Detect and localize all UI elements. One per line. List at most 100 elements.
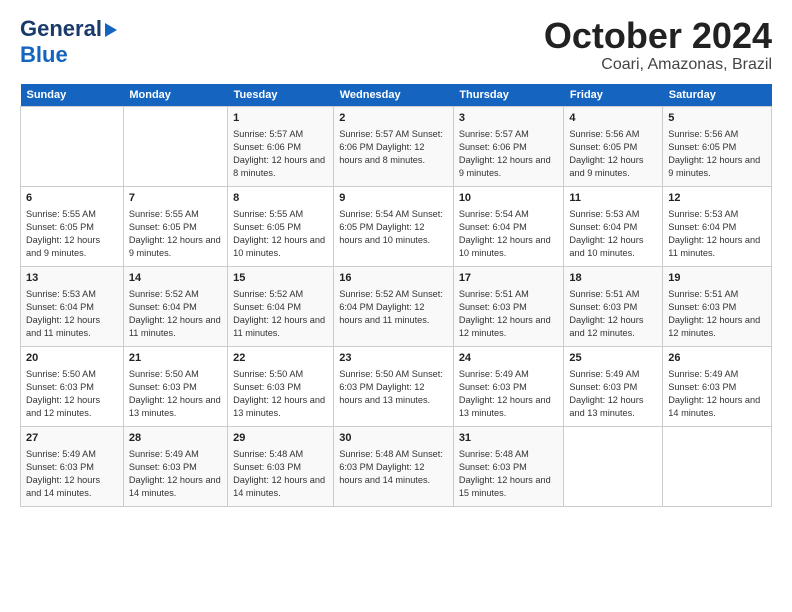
day-number: 3 — [459, 111, 559, 126]
table-row — [123, 106, 227, 186]
table-row: 12Sunrise: 5:53 AM Sunset: 6:04 PM Dayli… — [663, 186, 772, 266]
day-number: 26 — [668, 351, 766, 366]
header-saturday: Saturday — [663, 84, 772, 107]
logo-arrow-icon — [105, 23, 117, 37]
table-row: 30Sunrise: 5:48 AM Sunset: 6:03 PM Dayli… — [334, 426, 454, 506]
cell-content: Sunrise: 5:56 AM Sunset: 6:05 PM Dayligh… — [569, 128, 657, 180]
day-number: 4 — [569, 111, 657, 126]
header-thursday: Thursday — [453, 84, 564, 107]
table-row: 20Sunrise: 5:50 AM Sunset: 6:03 PM Dayli… — [21, 346, 124, 426]
calendar-header-row: Sunday Monday Tuesday Wednesday Thursday… — [21, 84, 772, 107]
calendar-table: Sunday Monday Tuesday Wednesday Thursday… — [20, 84, 772, 507]
day-number: 11 — [569, 191, 657, 206]
cell-content: Sunrise: 5:49 AM Sunset: 6:03 PM Dayligh… — [459, 368, 559, 420]
logo-text: General — [20, 16, 117, 42]
table-row: 10Sunrise: 5:54 AM Sunset: 6:04 PM Dayli… — [453, 186, 564, 266]
table-row: 28 Sunrise: 5:49 AM Sunset: 6:03 PM Dayli… — [123, 426, 227, 506]
table-row — [21, 106, 124, 186]
cell-content: Sunrise: 5:49 AM Sunset: 6:03 PM Dayligh… — [26, 448, 118, 500]
table-row: 7Sunrise: 5:55 AM Sunset: 6:05 PM Daylig… — [123, 186, 227, 266]
table-row: 26 Sunrise: 5:49 AM Sunset: 6:03 PM Dayli… — [663, 346, 772, 426]
table-row: 1 Sunrise: 5:57 AM Sunset: 6:06 PM Daylig… — [228, 106, 334, 186]
cell-content: Sunrise: 5:50 AM Sunset: 6:03 PM Dayligh… — [339, 368, 448, 407]
cell-content: Sunrise: 5:49 AM Sunset: 6:03 PM Dayligh… — [569, 368, 657, 420]
day-number: 8 — [233, 191, 328, 206]
cell-content: Sunrise: 5:51 AM Sunset: 6:03 PM Dayligh… — [569, 288, 657, 340]
day-number: 21 — [129, 351, 222, 366]
day-number: 22 — [233, 351, 328, 366]
day-number: 2 — [339, 111, 448, 126]
header-sunday: Sunday — [21, 84, 124, 107]
day-number: 31 — [459, 431, 559, 446]
day-number: 18 — [569, 271, 657, 286]
header-monday: Monday — [123, 84, 227, 107]
day-number: 17 — [459, 271, 559, 286]
cell-content: Sunrise: 5:52 AM Sunset: 6:04 PM Dayligh… — [233, 288, 328, 340]
table-row: 8 Sunrise: 5:55 AM Sunset: 6:05 PM Daylig… — [228, 186, 334, 266]
table-row: 2Sunrise: 5:57 AM Sunset: 6:06 PM Daylig… — [334, 106, 454, 186]
day-number: 23 — [339, 351, 448, 366]
day-number: 14 — [129, 271, 222, 286]
title-block: October 2024 Coari, Amazonas, Brazil — [544, 16, 772, 74]
cell-content: Sunrise: 5:49 AM Sunset: 6:03 PM Dayligh… — [129, 448, 222, 500]
day-number: 10 — [459, 191, 559, 206]
cell-content: Sunrise: 5:53 AM Sunset: 6:04 PM Dayligh… — [668, 208, 766, 260]
day-number: 28 — [129, 431, 222, 446]
table-row: 11 Sunrise: 5:53 AM Sunset: 6:04 PM Dayli… — [564, 186, 663, 266]
header: General Blue October 2024 Coari, Amazona… — [20, 16, 772, 74]
day-number: 16 — [339, 271, 448, 286]
cell-content: Sunrise: 5:48 AM Sunset: 6:03 PM Dayligh… — [233, 448, 328, 500]
cell-content: Sunrise: 5:51 AM Sunset: 6:03 PM Dayligh… — [459, 288, 559, 340]
calendar-subtitle: Coari, Amazonas, Brazil — [544, 56, 772, 74]
day-number: 15 — [233, 271, 328, 286]
day-number: 1 — [233, 111, 328, 126]
cell-content: Sunrise: 5:54 AM Sunset: 6:05 PM Dayligh… — [339, 208, 448, 247]
cell-content: Sunrise: 5:56 AM Sunset: 6:05 PM Dayligh… — [668, 128, 766, 180]
day-number: 24 — [459, 351, 559, 366]
table-row: 27 Sunrise: 5:49 AM Sunset: 6:03 PM Dayli… — [21, 426, 124, 506]
day-number: 19 — [668, 271, 766, 286]
cell-content: Sunrise: 5:57 AM Sunset: 6:06 PM Dayligh… — [459, 128, 559, 180]
table-row: 5Sunrise: 5:56 AM Sunset: 6:05 PM Daylig… — [663, 106, 772, 186]
day-number: 6 — [26, 191, 118, 206]
table-row: 25 Sunrise: 5:49 AM Sunset: 6:03 PM Dayli… — [564, 346, 663, 426]
table-row: 13 Sunrise: 5:53 AM Sunset: 6:04 PM Dayli… — [21, 266, 124, 346]
calendar-week-row: 1 Sunrise: 5:57 AM Sunset: 6:06 PM Daylig… — [21, 106, 772, 186]
page: General Blue October 2024 Coari, Amazona… — [0, 0, 792, 612]
day-number: 29 — [233, 431, 328, 446]
table-row — [564, 426, 663, 506]
calendar-title: October 2024 — [544, 16, 772, 56]
table-row: 18 Sunrise: 5:51 AM Sunset: 6:03 PM Dayli… — [564, 266, 663, 346]
header-wednesday: Wednesday — [334, 84, 454, 107]
table-row: 19 Sunrise: 5:51 AM Sunset: 6:03 PM Dayli… — [663, 266, 772, 346]
day-number: 7 — [129, 191, 222, 206]
cell-content: Sunrise: 5:52 AM Sunset: 6:04 PM Dayligh… — [129, 288, 222, 340]
cell-content: Sunrise: 5:48 AM Sunset: 6:03 PM Dayligh… — [459, 448, 559, 500]
day-number: 25 — [569, 351, 657, 366]
cell-content: Sunrise: 5:55 AM Sunset: 6:05 PM Dayligh… — [26, 208, 118, 260]
cell-content: Sunrise: 5:51 AM Sunset: 6:03 PM Dayligh… — [668, 288, 766, 340]
table-row: 29 Sunrise: 5:48 AM Sunset: 6:03 PM Dayli… — [228, 426, 334, 506]
table-row: 31 Sunrise: 5:48 AM Sunset: 6:03 PM Dayli… — [453, 426, 564, 506]
calendar-week-row: 27 Sunrise: 5:49 AM Sunset: 6:03 PM Dayli… — [21, 426, 772, 506]
cell-content: Sunrise: 5:49 AM Sunset: 6:03 PM Dayligh… — [668, 368, 766, 420]
logo: General Blue — [20, 16, 117, 68]
day-number: 13 — [26, 271, 118, 286]
header-friday: Friday — [564, 84, 663, 107]
header-tuesday: Tuesday — [228, 84, 334, 107]
table-row: 16Sunrise: 5:52 AM Sunset: 6:04 PM Dayli… — [334, 266, 454, 346]
cell-content: Sunrise: 5:53 AM Sunset: 6:04 PM Dayligh… — [26, 288, 118, 340]
table-row: 9 Sunrise: 5:54 AM Sunset: 6:05 PM Daylig… — [334, 186, 454, 266]
logo-blue-text: Blue — [20, 42, 68, 67]
cell-content: Sunrise: 5:48 AM Sunset: 6:03 PM Dayligh… — [339, 448, 448, 487]
cell-content: Sunrise: 5:50 AM Sunset: 6:03 PM Dayligh… — [129, 368, 222, 420]
calendar-week-row: 6 Sunrise: 5:55 AM Sunset: 6:05 PM Daylig… — [21, 186, 772, 266]
day-number: 9 — [339, 191, 448, 206]
day-number: 27 — [26, 431, 118, 446]
cell-content: Sunrise: 5:55 AM Sunset: 6:05 PM Dayligh… — [233, 208, 328, 260]
cell-content: Sunrise: 5:57 AM Sunset: 6:06 PM Dayligh… — [233, 128, 328, 180]
calendar-week-row: 13 Sunrise: 5:53 AM Sunset: 6:04 PM Dayli… — [21, 266, 772, 346]
table-row — [663, 426, 772, 506]
table-row: 23 Sunrise: 5:50 AM Sunset: 6:03 PM Dayli… — [334, 346, 454, 426]
cell-content: Sunrise: 5:53 AM Sunset: 6:04 PM Dayligh… — [569, 208, 657, 260]
